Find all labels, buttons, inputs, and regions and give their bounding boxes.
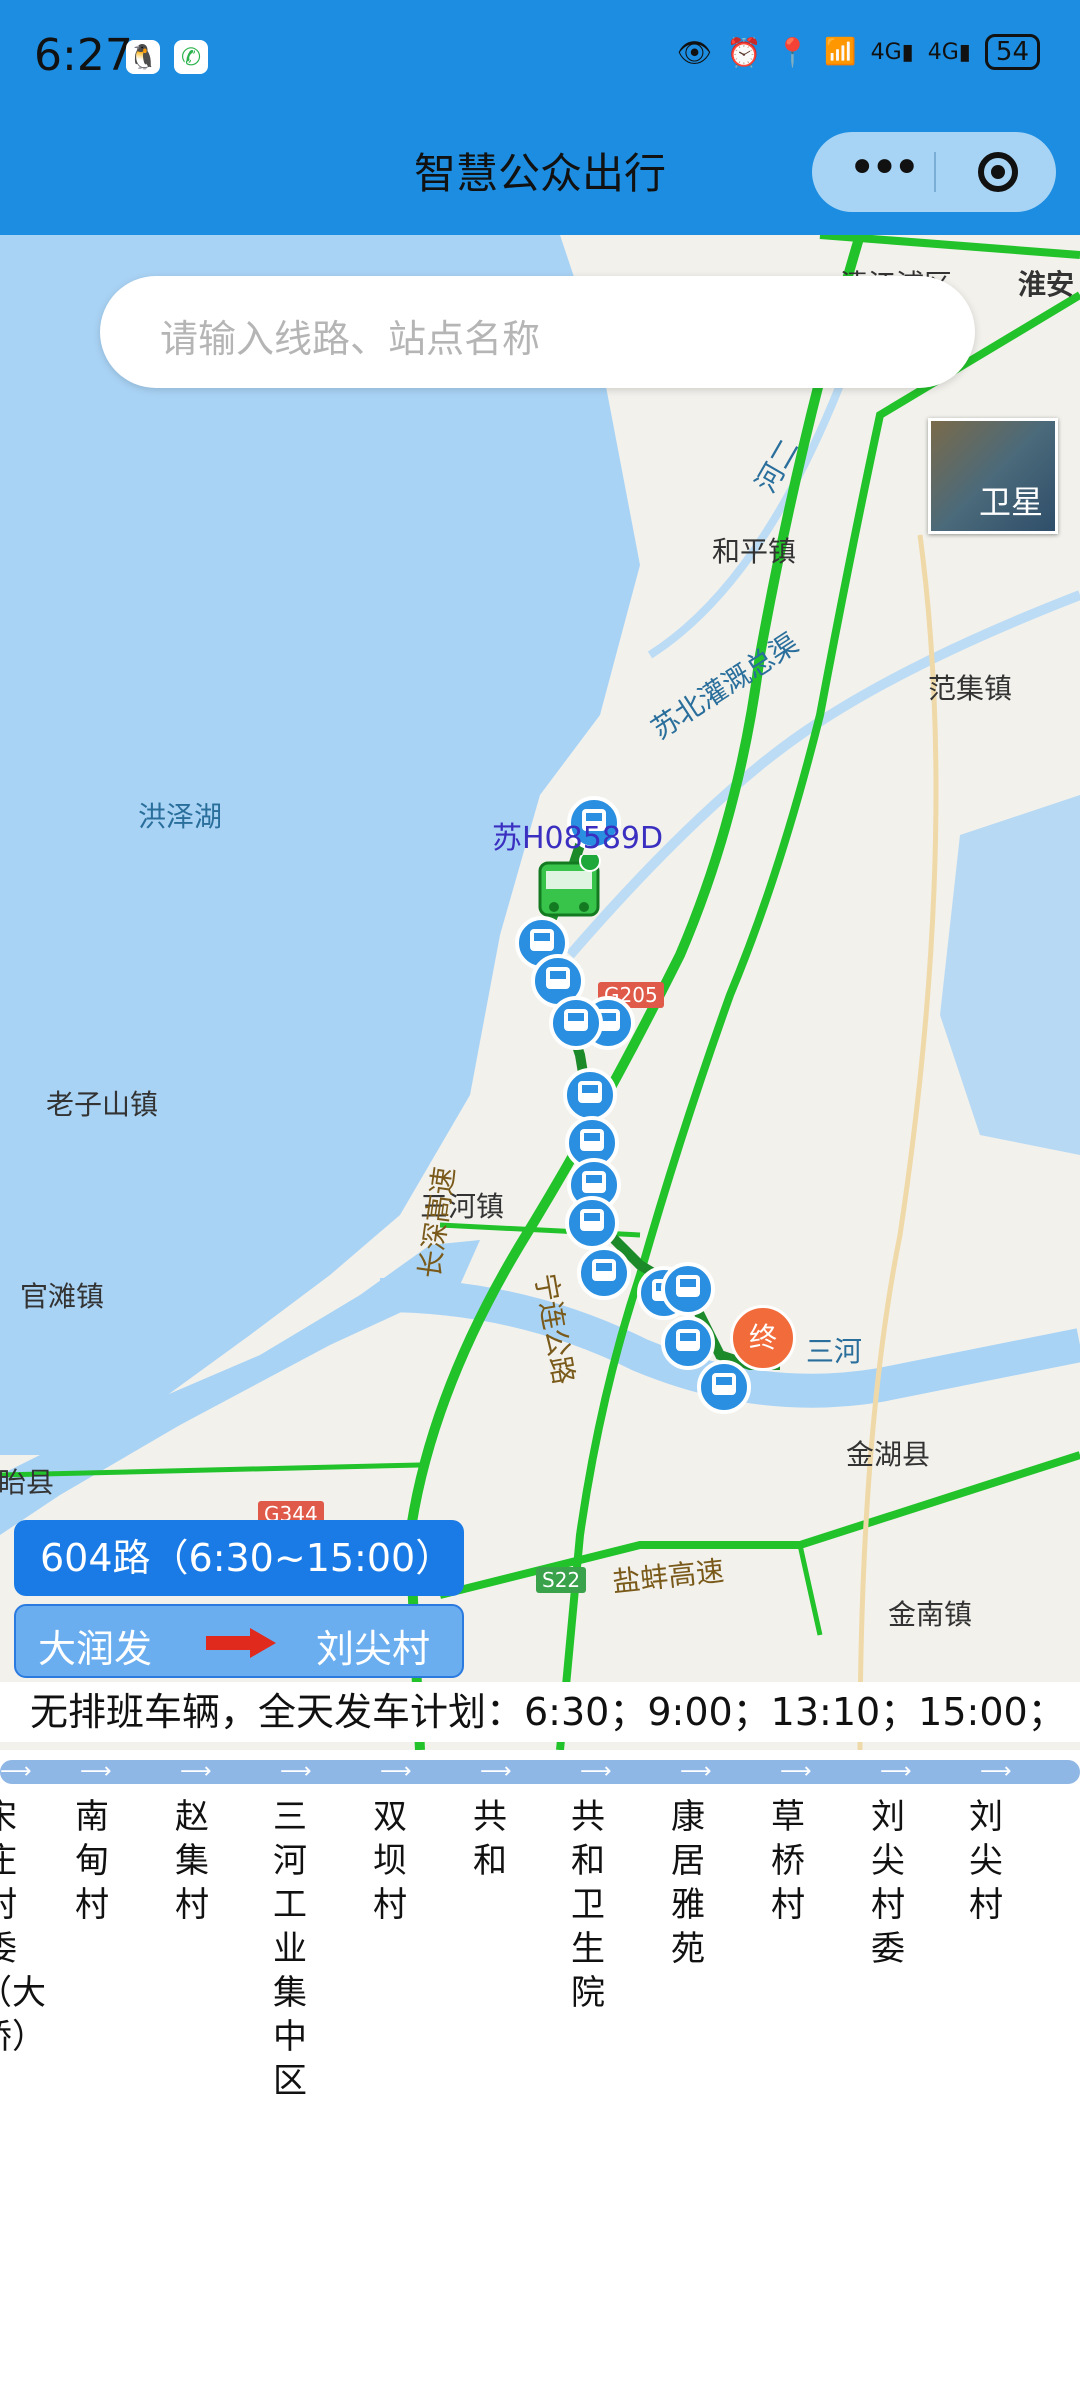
location-icon: 📍 [775, 35, 811, 69]
route-to: 刘尖村 [316, 1627, 431, 1671]
map-label-huaian: 淮安 [1018, 268, 1075, 301]
stop-item[interactable]: 宋庄村委（大桥） [0, 1795, 46, 2059]
qq-icon: 🐧 [126, 40, 160, 74]
bus-stop-marker[interactable] [548, 995, 604, 1055]
map-label-xuyi: 盱眙县 [0, 1466, 55, 1499]
arrow-right-icon: ⟶ [480, 1759, 512, 1784]
provincial-road [857, 534, 939, 1750]
map-label-jinnan: 金南镇 [888, 1598, 973, 1631]
map-label-jinhu: 金湖县 [846, 1438, 931, 1471]
route-name[interactable]: 604路（6:30~15:00） [14, 1520, 464, 1596]
arrow-right-icon: ⟶ [280, 1759, 312, 1784]
map-label-guantan: 官滩镇 [20, 1280, 105, 1313]
arrow-right-icon: ⟶ [980, 1759, 1012, 1784]
local-road-2 [797, 1544, 823, 1636]
alarm-icon: ⏰ [726, 35, 762, 69]
search-input[interactable]: 请输入线路、站点名称 [100, 276, 975, 388]
s22-shield: S22 [536, 1567, 587, 1593]
map-label-heping: 和平镇 [712, 535, 797, 568]
stop-item[interactable]: 南甸村 [70, 1795, 114, 1927]
route-from: 大润发 [38, 1627, 153, 1671]
route-strip [0, 1760, 1080, 1784]
bus-stop-marker[interactable] [576, 1245, 632, 1305]
close-target-icon[interactable] [978, 152, 1018, 192]
arrow-right-icon: ⟶ [580, 1759, 612, 1784]
arrow-right-icon [206, 1628, 276, 1658]
stop-item[interactable]: 刘尖村 [964, 1795, 1008, 1927]
arrow-right-icon: ⟶ [0, 1759, 32, 1784]
arrow-right-icon: ⟶ [680, 1759, 712, 1784]
stop-item[interactable]: 共和 [468, 1795, 512, 1883]
arrow-right-icon: ⟶ [80, 1759, 112, 1784]
stop-item[interactable]: 赵集村 [170, 1795, 214, 1927]
bus-stop-marker[interactable] [696, 1359, 752, 1419]
more-icon[interactable]: ••• [848, 140, 921, 196]
capsule-divider [934, 152, 936, 192]
bus-plate-label: 苏H08589D [492, 821, 664, 856]
battery-icon: 54 [984, 34, 1040, 70]
satellite-label: 卫星 [978, 483, 1043, 521]
stop-item[interactable]: 康居雅苑 [666, 1795, 710, 1971]
schedule-notice: 无排班车辆，全天发车计划：6:30；9:00；13:10；15:00； [0, 1682, 1080, 1742]
stop-item[interactable]: 刘尖村委 [866, 1795, 910, 1971]
wetland [940, 795, 1080, 1155]
arrow-right-icon: ⟶ [180, 1759, 212, 1784]
arrow-right-icon: ⟶ [780, 1759, 812, 1784]
miniapp-capsule: ••• [812, 132, 1056, 212]
signal-4g-icon: 4G▮ [927, 39, 971, 65]
terminal-marker[interactable]: 终 [730, 1305, 796, 1371]
status-icons: 👁 ⏰ 📍 📶 4G▮ 4G▮ 54 [677, 34, 1040, 70]
live-bus-icon[interactable] [534, 850, 604, 929]
search-placeholder: 请输入线路、站点名称 [160, 317, 541, 361]
route-direction[interactable]: 大润发 刘尖村 [14, 1604, 464, 1678]
eye-icon: 👁 [676, 35, 713, 69]
stop-item[interactable]: 共和卫生院 [566, 1795, 610, 2015]
map-label-laozishan: 老子山镇 [46, 1088, 159, 1121]
stop-item[interactable]: 三河工业集中区 [268, 1795, 312, 2103]
signal-4g-icon: 4G▮ [870, 39, 914, 65]
wifi-icon: 📶 [824, 37, 857, 67]
bus-stop-marker[interactable] [660, 1261, 716, 1321]
satellite-toggle[interactable]: 卫星 [928, 418, 1058, 534]
arrow-right-icon: ⟶ [380, 1759, 412, 1784]
map-label-sanhe-river: 三河 [806, 1335, 863, 1368]
stop-item[interactable]: 双坝村 [368, 1795, 412, 1927]
stop-item[interactable]: 草桥村 [766, 1795, 810, 1927]
status-time: 6:27 [34, 30, 133, 81]
arrow-right-icon: ⟶ [880, 1759, 912, 1784]
phone-icon: ✆ [174, 40, 208, 74]
map-label-hongze: 洪泽湖 [138, 800, 223, 833]
map-label-fanji: 范集镇 [928, 672, 1013, 705]
